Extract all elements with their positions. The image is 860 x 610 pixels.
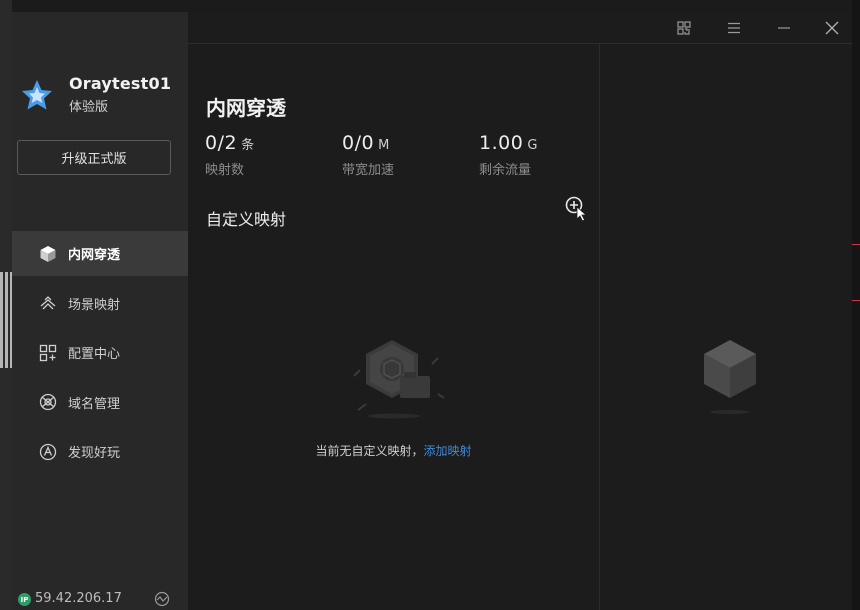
sidebar-footer: IP 59.42.206.17 (12, 588, 188, 610)
domain-icon (38, 392, 58, 412)
empty-state-text: 当前无自定义映射， (315, 444, 424, 458)
star-avatar-icon (22, 79, 52, 109)
stat-bandwidth: 0/0 M 带宽加速 (342, 132, 394, 178)
detail-panel (600, 44, 852, 610)
edition-label: 体验版 (69, 100, 109, 115)
title-bar (188, 12, 852, 44)
app-window: Oraytest01 体验版 升级正式版 内网穿透 场景映射 配置中心 域名管理… (12, 12, 852, 610)
stat-label: 带宽加速 (342, 163, 395, 178)
sidebar-item-config-center[interactable]: 配置中心 (12, 330, 188, 375)
sidebar-nav: 内网穿透 场景映射 配置中心 域名管理 发现好玩 (12, 231, 188, 479)
user-profile[interactable]: Oraytest01 体验版 (20, 74, 171, 115)
background-qr-fragment (0, 272, 12, 368)
background-divider (852, 300, 860, 301)
section-title: 自定义映射 (206, 210, 287, 229)
mouse-cursor-icon (576, 206, 588, 222)
sidebar-item-label: 配置中心 (68, 347, 121, 362)
minimize-icon (778, 26, 790, 29)
main-panel: 内网穿透 0/2 条 映射数 0/0 M 带宽加速 1.00 G 剩余流量 自定义映射 (188, 44, 599, 610)
sidebar-item-intranet-penetration[interactable]: 内网穿透 (12, 231, 188, 276)
cube-icon (38, 244, 58, 264)
sidebar-item-domain-management[interactable]: 域名管理 (12, 380, 188, 425)
qr-code-button[interactable] (664, 12, 704, 43)
sidebar-item-label: 域名管理 (68, 396, 121, 412)
menu-button[interactable] (714, 12, 754, 43)
menu-icon (728, 22, 740, 33)
sidebar-item-label: 内网穿透 (68, 248, 121, 263)
minimize-button[interactable] (764, 12, 804, 43)
empty-state-illustration (348, 334, 445, 430)
qr-code-icon (677, 20, 691, 35)
sidebar-item-label: 发现好玩 (68, 446, 121, 461)
public-ip: 59.42.206.17 (35, 591, 122, 606)
background-window-fragment-right (852, 0, 860, 610)
close-button[interactable] (812, 12, 852, 43)
sidebar-item-scene-mapping[interactable]: 场景映射 (12, 281, 188, 326)
stat-unit: M (378, 138, 390, 153)
stat-label: 剩余流量 (479, 163, 532, 178)
stat-label: 映射数 (205, 163, 245, 178)
upgrade-button[interactable]: 升级正式版 (17, 140, 171, 175)
stat-value: 0/2 (205, 132, 238, 154)
sidebar-item-label: 场景映射 (68, 297, 121, 313)
network-status-icon[interactable] (154, 591, 170, 610)
add-mapping-link[interactable]: 添加映射 (424, 444, 472, 458)
add-mapping-button[interactable] (564, 194, 590, 222)
placeholder-cube-icon (700, 336, 760, 420)
sidebar-item-discover[interactable]: 发现好玩 (12, 429, 188, 474)
stat-unit: 条 (241, 138, 255, 153)
empty-state-message: 当前无自定义映射，添加映射 (188, 442, 599, 459)
stat-unit: G (527, 138, 538, 153)
stat-remaining-traffic: 1.00 G 剩余流量 (479, 132, 537, 178)
sidebar: Oraytest01 体验版 升级正式版 内网穿透 场景映射 配置中心 域名管理… (12, 12, 188, 610)
ip-icon: IP (18, 593, 31, 606)
compass-icon (38, 442, 58, 462)
stat-value: 1.00 (479, 132, 524, 154)
grid-icon (38, 343, 58, 363)
page-title: 内网穿透 (206, 96, 286, 120)
background-divider (852, 244, 860, 245)
close-icon (825, 21, 839, 34)
username: Oraytest01 (69, 74, 172, 93)
stat-value: 0/0 (342, 132, 375, 154)
scene-icon (38, 293, 58, 313)
stat-mapping-count: 0/2 条 映射数 (205, 132, 254, 178)
